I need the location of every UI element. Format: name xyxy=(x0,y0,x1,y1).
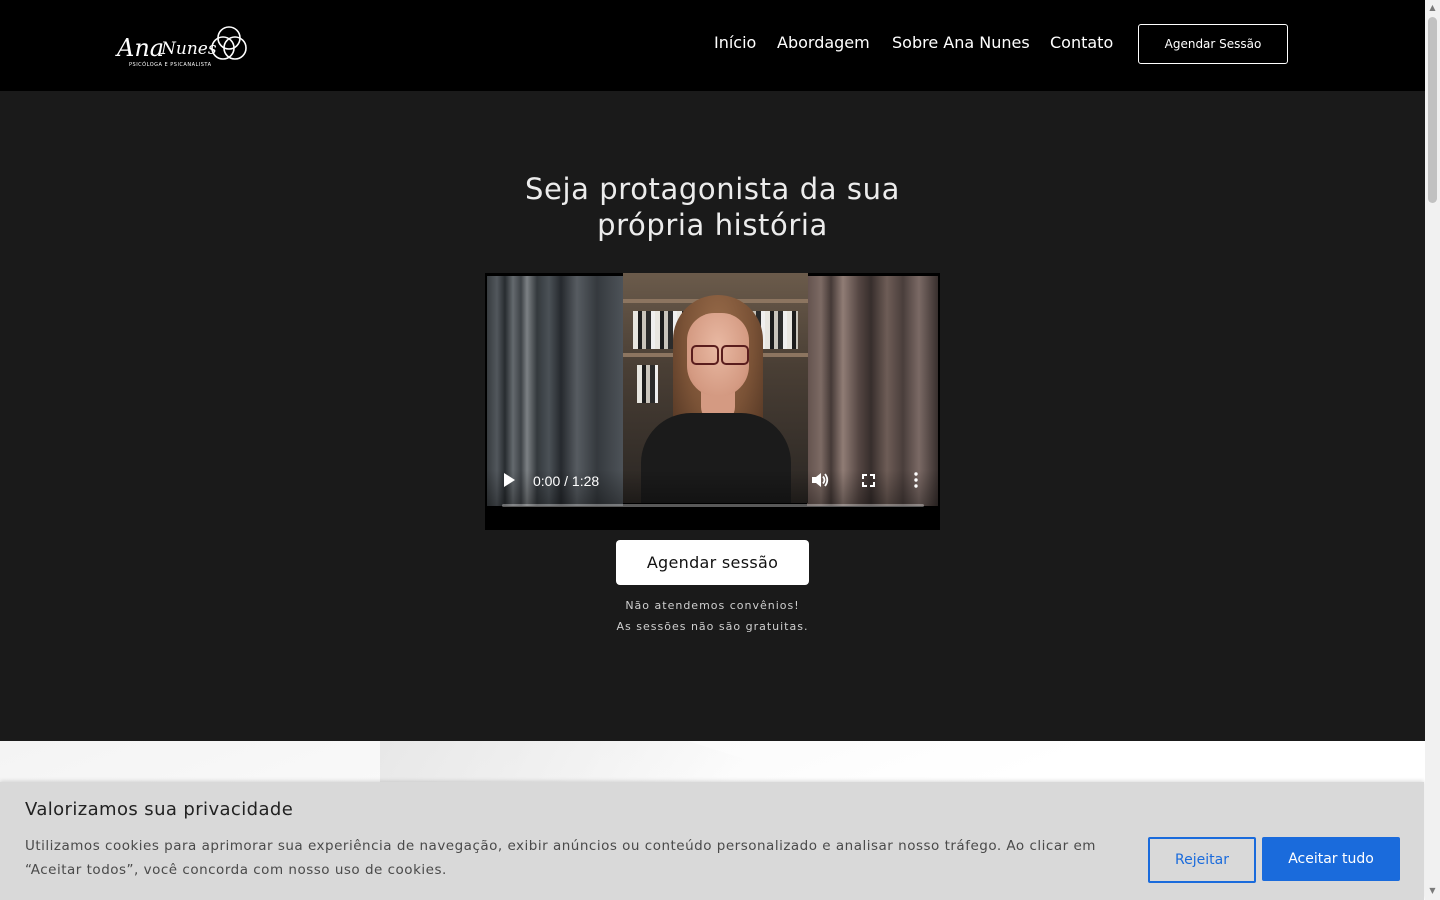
nav-inicio[interactable]: Início xyxy=(714,33,756,52)
svg-text:Nunes: Nunes xyxy=(160,39,217,59)
video-frame xyxy=(623,273,808,503)
video-progress-bar[interactable] xyxy=(502,504,924,507)
header-schedule-button[interactable]: Agendar Sessão xyxy=(1138,24,1288,64)
volume-icon[interactable] xyxy=(810,471,830,489)
more-options-icon[interactable] xyxy=(907,471,925,489)
fullscreen-icon[interactable] xyxy=(859,471,877,489)
intro-video-player[interactable]: 0:00 / 1:28 xyxy=(485,273,940,530)
accept-all-cookies-button[interactable]: Aceitar tudo xyxy=(1262,837,1400,881)
cookie-consent-banner: Valorizamos sua privacidade Utilizamos c… xyxy=(0,782,1424,900)
svg-text:Ana: Ana xyxy=(115,34,164,62)
hero-title-line-1: Seja protagonista da sua xyxy=(525,172,900,206)
cookie-description: Utilizamos cookies para aprimorar sua ex… xyxy=(25,838,1096,878)
site-header: Ana Nunes PSICÓLOGA E PSICANALISTA Iníci… xyxy=(0,0,1425,91)
site-logo[interactable]: Ana Nunes PSICÓLOGA E PSICANALISTA xyxy=(115,20,260,72)
nav-abordagem[interactable]: Abordagem xyxy=(777,33,870,52)
hero-title-line-2: própria história xyxy=(597,208,828,242)
nav-sobre-ana-nunes[interactable]: Sobre Ana Nunes xyxy=(892,33,1030,52)
logo-tagline: PSICÓLOGA E PSICANALISTA xyxy=(129,62,212,68)
scroll-thumb[interactable] xyxy=(1428,17,1437,203)
nav-contato[interactable]: Contato xyxy=(1050,33,1113,52)
insurance-note: Não atendemos convênios! xyxy=(625,599,800,612)
play-icon[interactable] xyxy=(500,471,518,489)
hero-schedule-button[interactable]: Agendar sessão xyxy=(616,540,809,585)
cookie-title: Valorizamos sua privacidade xyxy=(25,799,294,820)
scroll-down-arrow-icon[interactable]: ▼ xyxy=(1428,886,1437,896)
sessions-paid-note: As sessões não são gratuitas. xyxy=(616,620,809,633)
person-glasses xyxy=(689,345,749,365)
page-scrollbar[interactable]: ▲ ▼ xyxy=(1425,0,1440,900)
reject-cookies-button[interactable]: Rejeitar xyxy=(1148,837,1256,883)
hero-title: Seja protagonista da sua própria históri… xyxy=(450,171,975,243)
hero-section: Seja protagonista da sua própria históri… xyxy=(0,91,1425,741)
books xyxy=(637,365,658,403)
video-time: 0:00 / 1:28 xyxy=(533,473,600,489)
scroll-up-arrow-icon[interactable]: ▲ xyxy=(1428,3,1437,13)
